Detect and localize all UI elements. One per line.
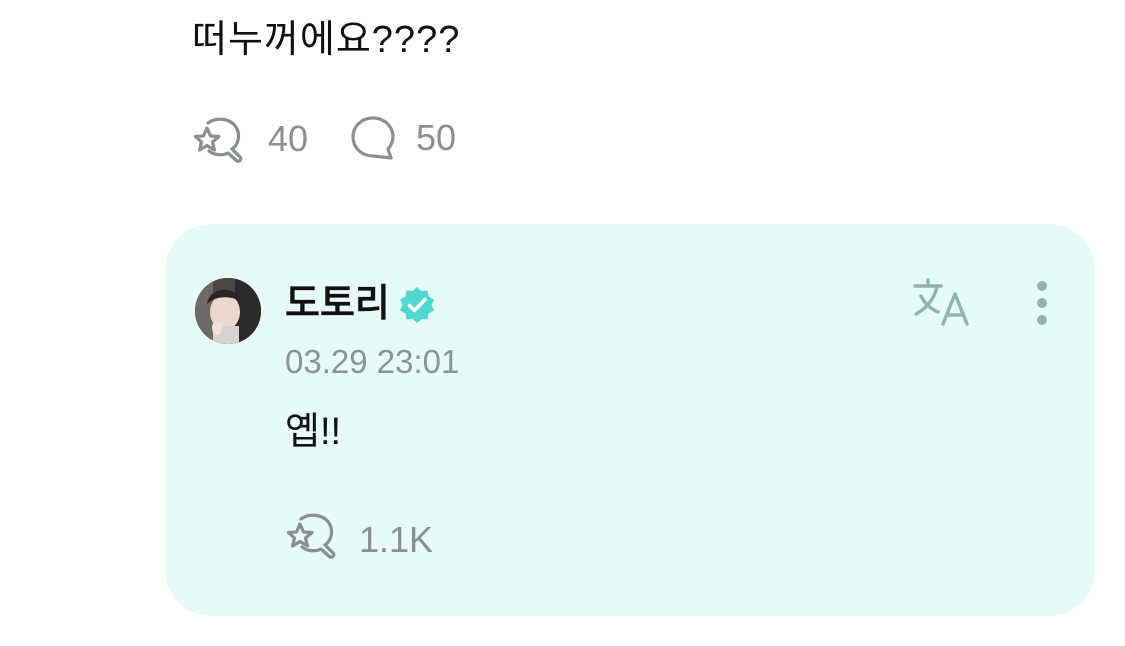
post-reaction-button[interactable]: 40 [194, 115, 308, 163]
author-name[interactable]: 도토리 [285, 282, 390, 326]
more-options-icon[interactable] [1031, 280, 1053, 337]
reply-card: 도토리 03.29 23:01 옙!! 1.1K [165, 224, 1095, 616]
post-comment-button[interactable]: 50 [350, 115, 456, 161]
comment-bubble-icon [350, 115, 396, 161]
star-bubble-icon [194, 115, 246, 163]
post-detail: 떠누꺼에요???? 40 50 도토리 03.29 23:01 옙!! 1.1K [0, 0, 1125, 646]
reply-text: 옙!! [285, 411, 342, 453]
reply-timestamp: 03.29 23:01 [285, 343, 460, 380]
post-comment-count: 50 [416, 117, 457, 158]
post-reaction-count: 40 [268, 118, 309, 159]
avatar[interactable] [195, 278, 261, 344]
star-bubble-icon [286, 511, 339, 568]
translate-icon[interactable] [911, 276, 973, 333]
reply-reaction-button[interactable]: 1.1K [286, 511, 434, 568]
reply-reaction-count: 1.1K [359, 518, 434, 560]
post-text: 떠누꺼에요???? [192, 19, 461, 61]
verified-badge-icon [398, 286, 436, 329]
